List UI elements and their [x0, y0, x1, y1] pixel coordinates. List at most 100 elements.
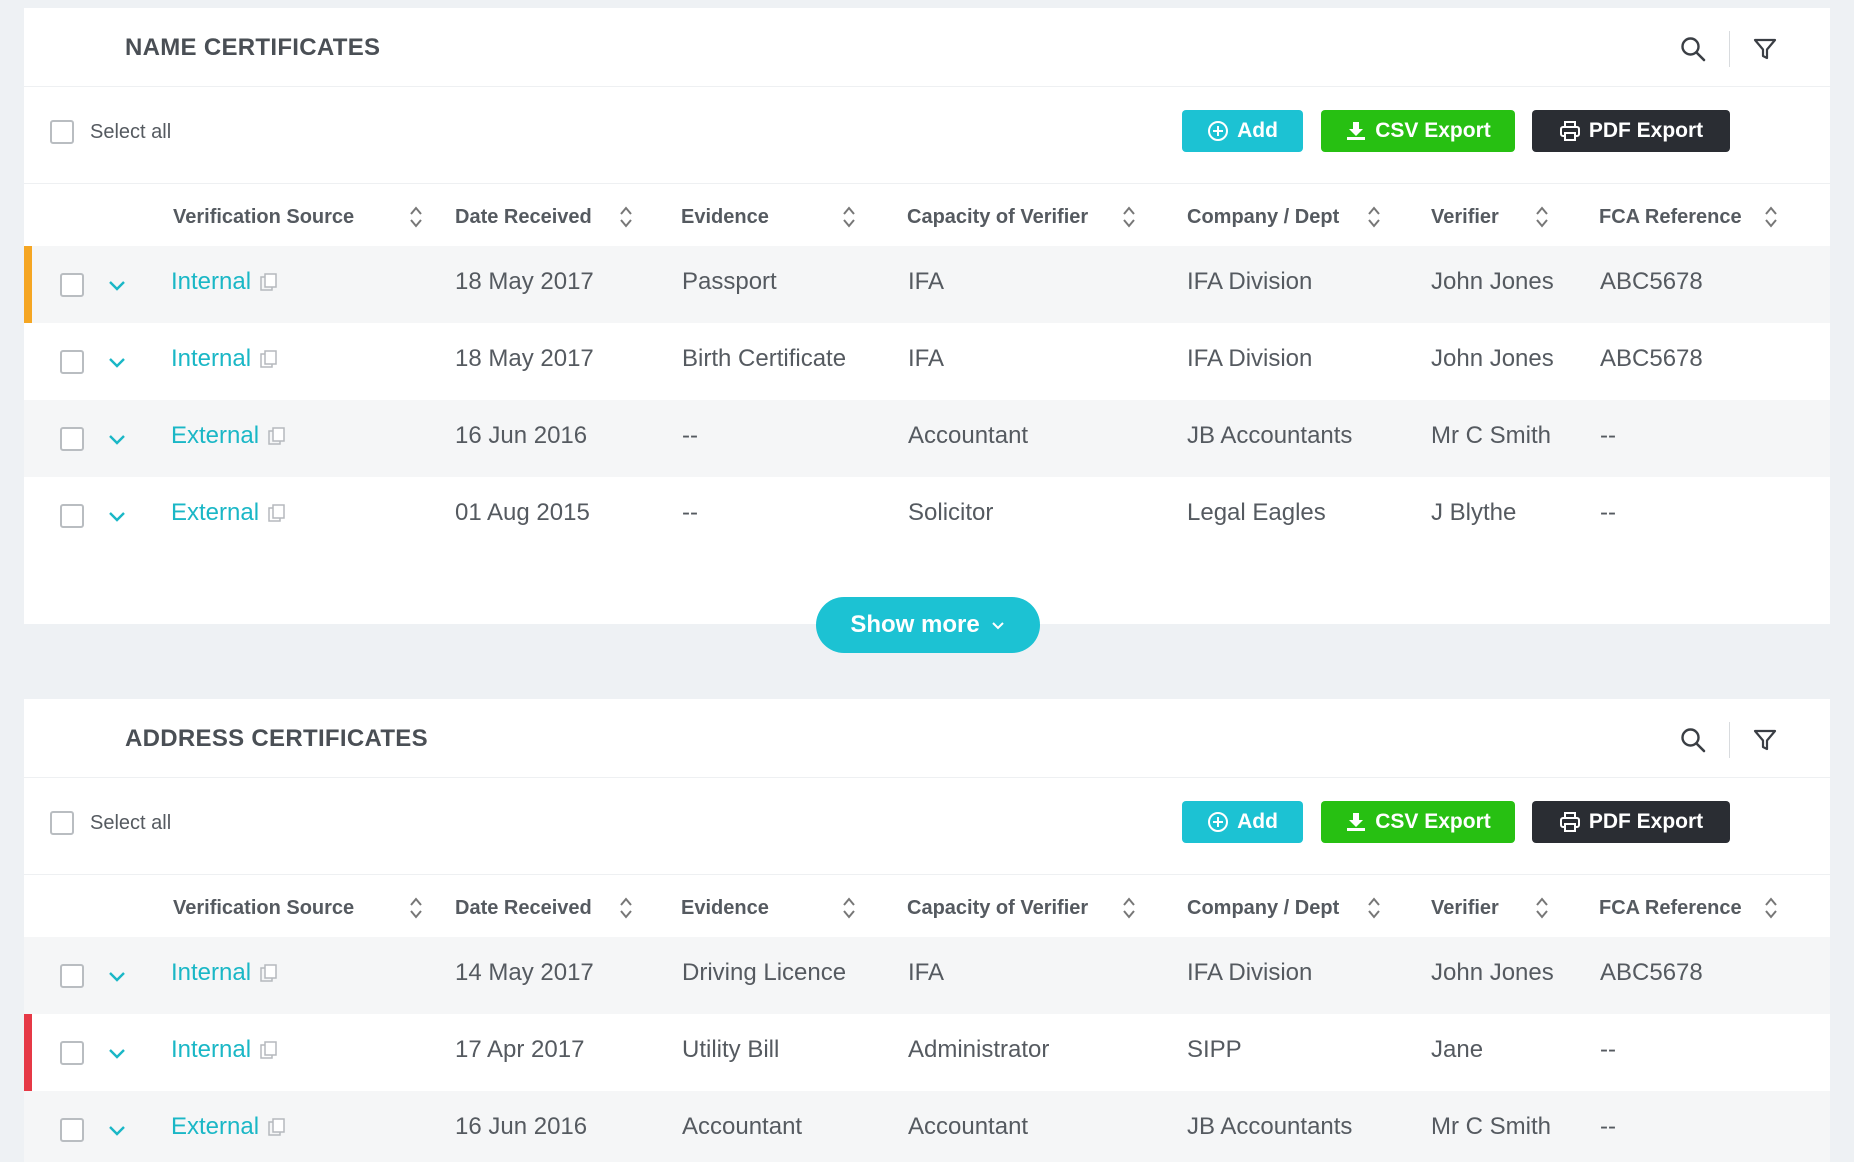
column-header-capacity[interactable]: Capacity of Verifier — [907, 897, 1088, 920]
verification-source-link[interactable]: Internal — [171, 1036, 279, 1064]
pdf-export-button[interactable]: PDF Export — [1532, 110, 1730, 152]
copy-icon[interactable] — [259, 272, 279, 292]
column-header-company[interactable]: Company / Dept — [1187, 897, 1339, 920]
sort-icon[interactable] — [408, 204, 424, 230]
fca-reference: -- — [1600, 1113, 1616, 1140]
row-checkbox[interactable] — [60, 1118, 84, 1142]
column-header-fca-reference[interactable]: FCA Reference — [1599, 206, 1742, 229]
date-received: 18 May 2017 — [455, 345, 594, 372]
sort-icon[interactable] — [1534, 895, 1550, 921]
row-checkbox[interactable] — [60, 273, 84, 297]
company: JB Accountants — [1187, 422, 1353, 449]
column-header-date-received[interactable]: Date Received — [455, 206, 592, 229]
verification-source-link[interactable]: Internal — [171, 959, 279, 987]
row-checkbox[interactable] — [60, 504, 84, 528]
verification-source-link[interactable]: External — [171, 1113, 287, 1141]
sort-icon[interactable] — [1366, 895, 1382, 921]
row-checkbox[interactable] — [60, 1041, 84, 1065]
sort-icon[interactable] — [1534, 204, 1550, 230]
filter-icon[interactable] — [1750, 32, 1780, 66]
fca-reference: ABC5678 — [1600, 959, 1703, 986]
csv-export-button[interactable]: CSV Export — [1321, 801, 1515, 843]
sort-icon[interactable] — [618, 895, 634, 921]
verification-source-link[interactable]: External — [171, 422, 287, 450]
copy-icon[interactable] — [267, 426, 287, 446]
chevron-down-icon[interactable] — [106, 1042, 128, 1064]
select-all-checkbox[interactable] — [50, 811, 74, 835]
row-status-flag — [24, 246, 32, 323]
csv-export-label: CSV Export — [1375, 119, 1491, 142]
chevron-down-icon[interactable] — [106, 505, 128, 527]
chevron-down-icon[interactable] — [106, 274, 128, 296]
verification-source-link[interactable]: Internal — [171, 268, 279, 296]
add-button[interactable]: Add — [1182, 110, 1303, 152]
copy-icon[interactable] — [259, 1040, 279, 1060]
column-header-capacity[interactable]: Capacity of Verifier — [907, 206, 1088, 229]
select-all-checkbox[interactable] — [50, 120, 74, 144]
table-row[interactable]: Internal 17 Apr 2017 Utility Bill Admini… — [24, 1014, 1830, 1091]
date-received: 17 Apr 2017 — [455, 1036, 585, 1063]
verification-source-link[interactable]: External — [171, 499, 287, 527]
table-row[interactable]: Internal 14 May 2017 Driving Licence IFA… — [24, 937, 1830, 1014]
column-header-verifier[interactable]: Verifier — [1431, 206, 1499, 229]
company: IFA Division — [1187, 959, 1313, 986]
table-row[interactable]: Internal 18 May 2017 Birth Certificate I… — [24, 323, 1830, 400]
evidence: Passport — [682, 268, 777, 295]
column-header-evidence[interactable]: Evidence — [681, 206, 769, 229]
show-more-button[interactable]: Show more — [816, 597, 1040, 653]
sort-icon[interactable] — [1763, 895, 1779, 921]
table-row[interactable]: Internal 18 May 2017 Passport IFA IFA Di… — [24, 246, 1830, 323]
table-row[interactable]: External 01 Aug 2015 -- Solicitor Legal … — [24, 477, 1830, 554]
sort-icon[interactable] — [1366, 204, 1382, 230]
verifier: Mr C Smith — [1431, 1113, 1551, 1140]
column-header-date-received[interactable]: Date Received — [455, 897, 592, 920]
column-header-verification-source[interactable]: Verification Source — [173, 897, 354, 920]
row-checkbox[interactable] — [60, 427, 84, 451]
column-header-verification-source[interactable]: Verification Source — [173, 206, 354, 229]
column-header-evidence[interactable]: Evidence — [681, 897, 769, 920]
search-icon[interactable] — [1678, 723, 1708, 757]
copy-icon[interactable] — [259, 349, 279, 369]
select-all[interactable]: Select all — [50, 811, 171, 835]
date-received: 16 Jun 2016 — [455, 422, 588, 449]
table-row[interactable]: External 16 Jun 2016 -- Accountant JB Ac… — [24, 400, 1830, 477]
filter-icon[interactable] — [1750, 723, 1780, 757]
plus-circle-icon — [1208, 812, 1229, 832]
pdf-export-label: PDF Export — [1588, 119, 1704, 142]
select-all[interactable]: Select all — [50, 120, 171, 144]
column-header-verifier[interactable]: Verifier — [1431, 897, 1499, 920]
chevron-down-icon[interactable] — [106, 1119, 128, 1141]
company: IFA Division — [1187, 268, 1313, 295]
address-certificates-card: ADDRESS CERTIFICATES Select all Add CSV … — [24, 699, 1830, 1162]
sort-icon[interactable] — [841, 895, 857, 921]
sort-icon[interactable] — [1763, 204, 1779, 230]
pdf-export-button[interactable]: PDF Export — [1532, 801, 1730, 843]
verification-source-link[interactable]: Internal — [171, 345, 279, 373]
add-button-label: Add — [1237, 119, 1278, 142]
toolbar: Select all Add CSV Export PDF Export — [24, 87, 1830, 184]
verifier: J Blythe — [1431, 499, 1517, 526]
column-header-fca-reference[interactable]: FCA Reference — [1599, 897, 1742, 920]
copy-icon[interactable] — [267, 1117, 287, 1137]
sort-icon[interactable] — [841, 204, 857, 230]
table-row[interactable]: External 16 Jun 2016 Accountant Accounta… — [24, 1091, 1830, 1162]
search-icon[interactable] — [1678, 32, 1708, 66]
verifier: Mr C Smith — [1431, 422, 1551, 449]
sort-icon[interactable] — [1121, 204, 1137, 230]
column-header-company[interactable]: Company / Dept — [1187, 206, 1339, 229]
chevron-down-icon[interactable] — [106, 428, 128, 450]
csv-export-button[interactable]: CSV Export — [1321, 110, 1515, 152]
header-divider — [1729, 722, 1730, 758]
sort-icon[interactable] — [618, 204, 634, 230]
add-button[interactable]: Add — [1182, 801, 1303, 843]
evidence: Utility Bill — [682, 1036, 780, 1063]
copy-icon[interactable] — [267, 503, 287, 523]
sort-icon[interactable] — [408, 895, 424, 921]
copy-icon[interactable] — [259, 963, 279, 983]
row-checkbox[interactable] — [60, 350, 84, 374]
chevron-down-icon[interactable] — [106, 965, 128, 987]
sort-icon[interactable] — [1121, 895, 1137, 921]
capacity: IFA — [908, 959, 945, 986]
row-checkbox[interactable] — [60, 964, 84, 988]
chevron-down-icon[interactable] — [106, 351, 128, 373]
